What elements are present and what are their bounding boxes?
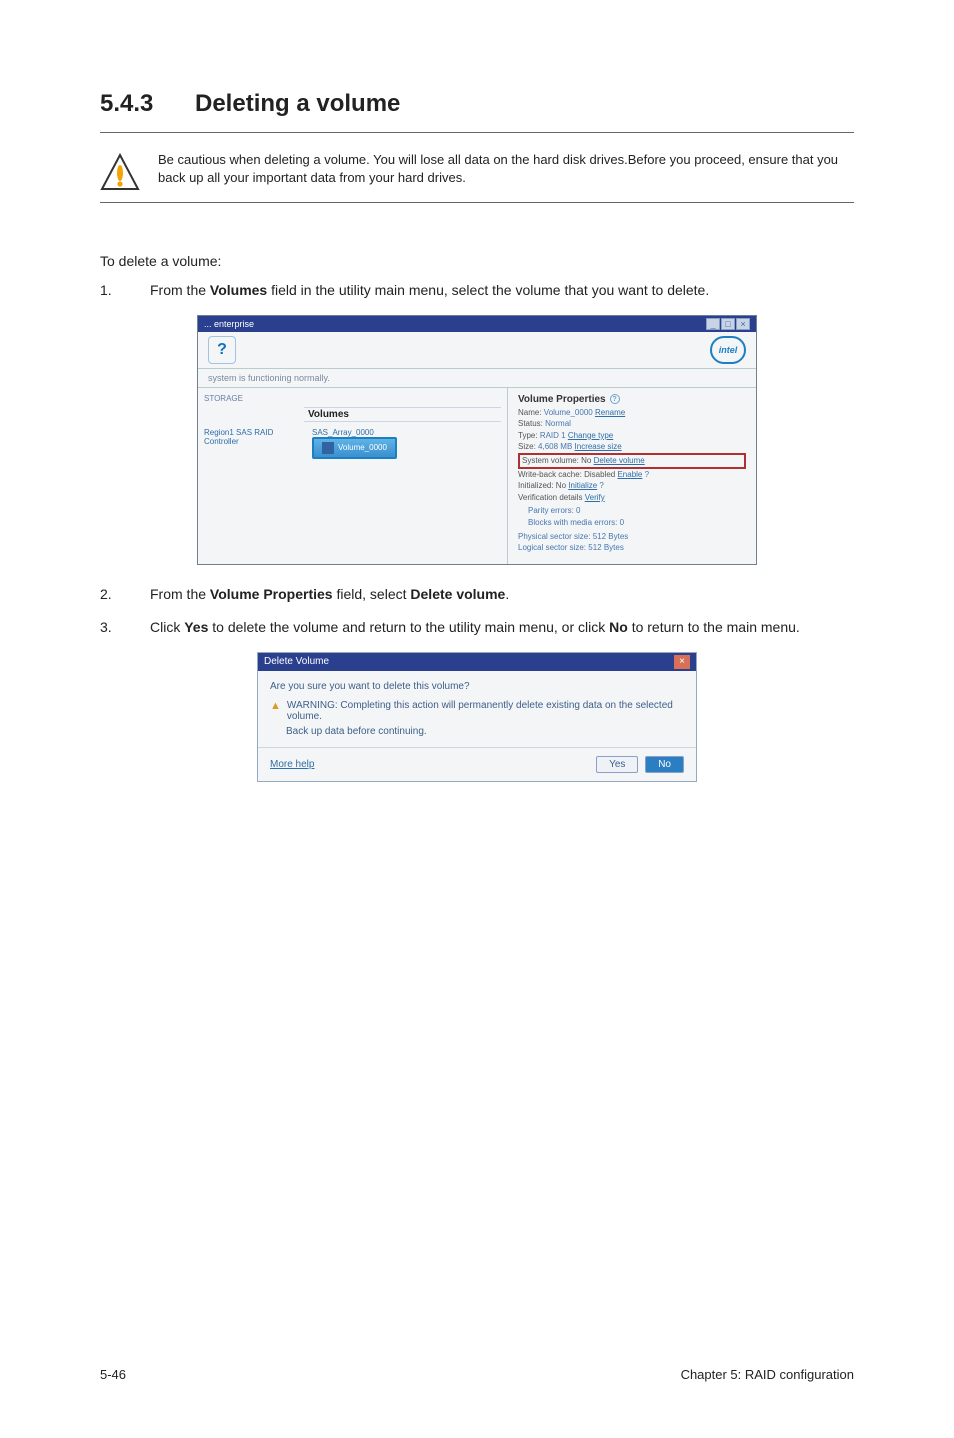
prop-type: Type: RAID 1 Change type <box>518 430 746 442</box>
array-label[interactable]: SAS_Array_0000 <box>312 428 390 437</box>
prop-system-volume: System volume: No Delete volume <box>518 453 746 469</box>
dialog-body: Are you sure you want to delete this vol… <box>258 671 696 747</box>
close-icon[interactable]: × <box>736 318 750 330</box>
screenshot-volume-properties: ... enterprise _□× ? intel system is fun… <box>197 315 757 565</box>
rename-link[interactable]: Rename <box>595 408 625 417</box>
caution-box: Be cautious when deleting a volume. You … <box>100 151 854 198</box>
step-2: 2. From the Volume Properties field, sel… <box>100 585 854 605</box>
prop-size: Size: 4,608 MB Increase size <box>518 441 746 453</box>
delete-volume-link[interactable]: Delete volume <box>594 456 645 465</box>
window-titlebar: ... enterprise _□× <box>198 316 756 332</box>
dialog-footer: More help Yes No <box>258 747 696 781</box>
step-number: 1. <box>100 281 120 301</box>
volumes-header: Volumes <box>304 407 501 422</box>
dialog-question: Are you sure you want to delete this vol… <box>270 681 684 692</box>
chapter-label: Chapter 5: RAID configuration <box>681 1367 854 1382</box>
prop-log-sector: Logical sector size: 512 Bytes <box>518 542 746 554</box>
drive-icon <box>322 442 334 454</box>
step-number: 2. <box>100 585 120 605</box>
section-heading: 5.4.3Deleting a volume <box>100 90 854 118</box>
steps-intro: To delete a volume: <box>100 253 854 269</box>
section-title: Deleting a volume <box>195 90 400 117</box>
increase-size-link[interactable]: Increase size <box>575 442 622 451</box>
screenshot-delete-dialog: Delete Volume × Are you sure you want to… <box>257 652 697 782</box>
window-controls: _□× <box>705 318 750 330</box>
prop-phys-sector: Physical sector size: 512 Bytes <box>518 531 746 543</box>
prop-name: Name: Volume_0000 Rename <box>518 407 746 419</box>
volume-properties-pane: Volume Properties ? Name: Volume_0000 Re… <box>508 388 756 564</box>
step-text: From the Volume Properties field, select… <box>150 585 854 605</box>
change-type-link[interactable]: Change type <box>568 431 613 440</box>
minimize-icon[interactable]: _ <box>706 318 720 330</box>
prop-blocks: Blocks with media errors: 0 <box>518 517 746 529</box>
dialog-titlebar: Delete Volume × <box>258 653 696 671</box>
storage-label: STORAGE <box>204 394 501 403</box>
page-number: 5-46 <box>100 1367 126 1382</box>
prop-parity: Parity errors: 0 <box>518 505 746 517</box>
top-toolbar: ? intel <box>198 332 756 369</box>
close-icon[interactable]: × <box>674 655 690 669</box>
warning-icon: ▲ <box>270 700 281 712</box>
step-text: From the Volumes field in the utility ma… <box>150 281 854 301</box>
yes-button[interactable]: Yes <box>596 756 638 773</box>
prop-write-back-cache: Write-back cache: Disabled Enable ? <box>518 469 746 481</box>
properties-header: Volume Properties ? <box>518 394 746 405</box>
caution-icon <box>100 153 140 198</box>
enable-cache-link[interactable]: Enable <box>617 470 642 479</box>
dialog-backup-note: Back up data before continuing. <box>270 726 684 737</box>
step-text: Click Yes to delete the volume and retur… <box>150 618 854 638</box>
status-bar: system is functioning normally. <box>198 369 756 388</box>
steps-list: 1. From the Volumes field in the utility… <box>100 281 854 301</box>
help-icon[interactable]: ? <box>208 336 236 364</box>
volume-chip-label: Volume_0000 <box>338 443 387 452</box>
info-icon[interactable]: ? <box>599 480 603 492</box>
controller-label[interactable]: Region1 SAS RAID Controller <box>204 428 304 446</box>
info-icon[interactable]: ? <box>610 394 620 404</box>
dialog-title: Delete Volume <box>264 656 329 667</box>
dialog-warning: ▲ WARNING: Completing this action will p… <box>270 700 684 722</box>
prop-status: Status: Normal <box>518 418 746 430</box>
section-number: 5.4.3 <box>100 90 195 118</box>
initialize-link[interactable]: Initialize <box>568 481 597 490</box>
step-1: 1. From the Volumes field in the utility… <box>100 281 854 301</box>
verify-link[interactable]: Verify <box>585 493 605 502</box>
step-number: 3. <box>100 618 120 638</box>
info-icon[interactable]: ? <box>645 469 649 481</box>
intel-logo: intel <box>710 336 746 364</box>
window-title: ... enterprise <box>204 319 254 329</box>
maximize-icon[interactable]: □ <box>721 318 735 330</box>
heading-divider <box>100 132 854 133</box>
caution-divider <box>100 202 854 203</box>
no-button[interactable]: No <box>645 756 684 773</box>
storage-pane: STORAGE Volumes Region1 SAS RAID Control… <box>198 388 508 564</box>
prop-initialized: Initialized: No Initialize ? <box>518 480 746 492</box>
volume-chip[interactable]: Volume_0000 <box>312 437 397 459</box>
caution-text: Be cautious when deleting a volume. You … <box>158 151 854 186</box>
more-help-link[interactable]: More help <box>270 759 314 770</box>
page-footer: 5-46 Chapter 5: RAID configuration <box>100 1367 854 1382</box>
prop-verification: Verification details Verify <box>518 492 746 504</box>
steps-list-cont: 2. From the Volume Properties field, sel… <box>100 585 854 638</box>
step-3: 3. Click Yes to delete the volume and re… <box>100 618 854 638</box>
